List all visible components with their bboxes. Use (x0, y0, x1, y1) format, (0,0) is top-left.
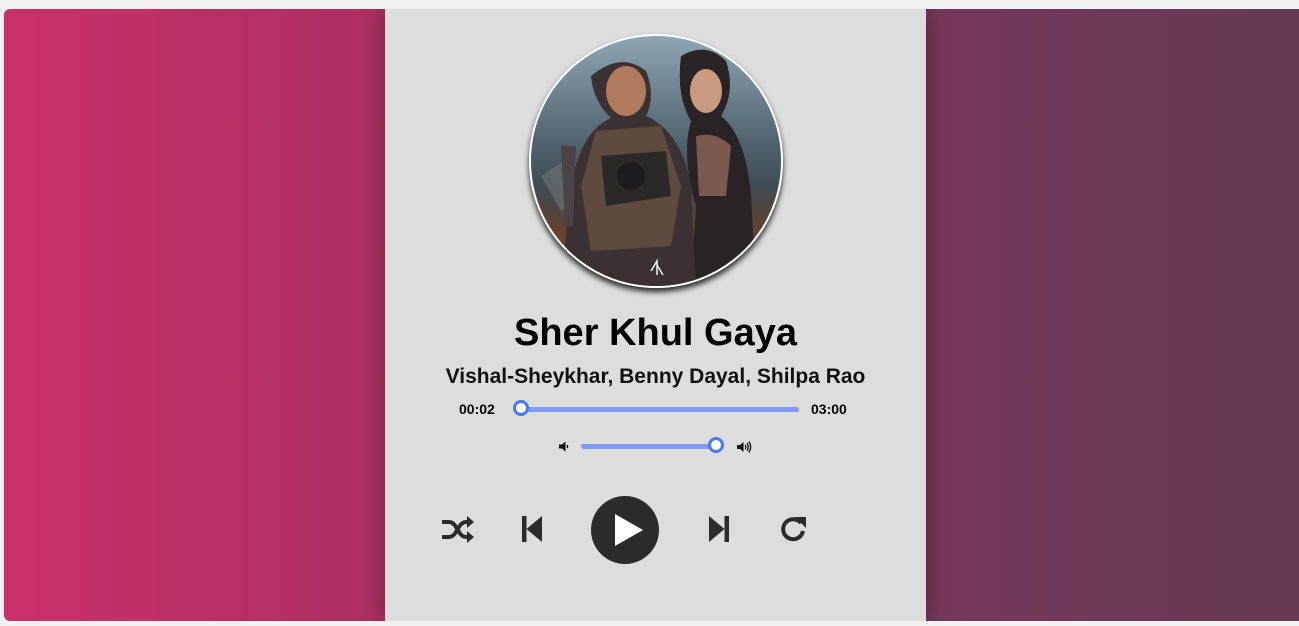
previous-button[interactable] (520, 514, 544, 549)
music-player-card: Sher Khul Gaya Vishal-Sheykhar, Benny Da… (385, 9, 926, 621)
background: Sher Khul Gaya Vishal-Sheykhar, Benny Da… (4, 9, 1299, 621)
album-art (529, 34, 783, 288)
volume-high-icon (736, 440, 753, 459)
volume-low-icon (558, 440, 571, 458)
previous-icon (522, 516, 542, 542)
shuffle-icon (442, 516, 474, 543)
volume-handle[interactable] (707, 437, 724, 453)
artist-name: Vishal-Sheykhar, Benny Dayal, Shilpa Rao (445, 365, 866, 388)
shuffle-button[interactable] (440, 514, 474, 549)
play-icon (615, 514, 643, 546)
next-button[interactable] (707, 514, 731, 549)
repeat-icon (781, 517, 806, 542)
total-time: 03:00 (811, 401, 847, 417)
next-icon (709, 516, 729, 542)
volume-slider[interactable] (581, 437, 724, 453)
current-time: 00:02 (459, 401, 495, 417)
play-button[interactable] (591, 496, 659, 564)
seek-slider[interactable] (513, 400, 799, 416)
song-title: Sher Khul Gaya (514, 312, 797, 354)
seek-handle[interactable] (513, 400, 530, 416)
page-bottom-edge (0, 621, 1299, 626)
repeat-button[interactable] (778, 514, 808, 549)
